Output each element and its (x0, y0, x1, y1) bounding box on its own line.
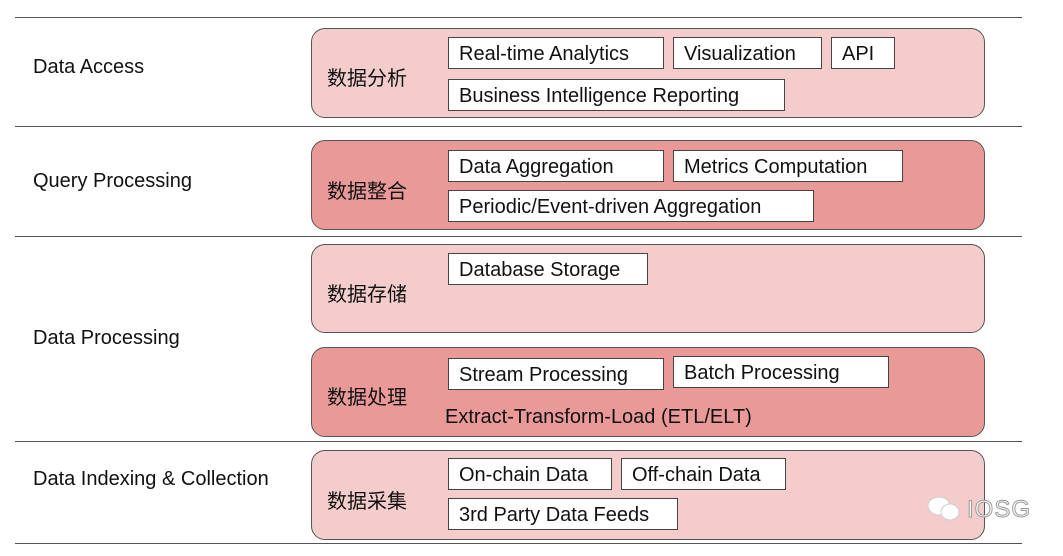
layer-label-data-indexing: Data Indexing & Collection (33, 468, 269, 490)
module-title: 数据存储 (327, 282, 407, 306)
wechat-icon (927, 496, 960, 521)
item-chip: Database Storage (448, 253, 648, 285)
item-chip: Data Aggregation (448, 150, 664, 182)
watermark: IOSG (966, 496, 1032, 524)
layer-label-data-processing: Data Processing (33, 327, 180, 349)
item-chip: Real-time Analytics (448, 37, 664, 69)
layer-label-data-access: Data Access (33, 56, 145, 78)
divider (15, 441, 1022, 442)
item-chip: Periodic/Event-driven Aggregation (448, 190, 814, 222)
module-title: 数据处理 (327, 385, 407, 409)
etl-note: Extract-Transform-Load (ETL/ELT) (445, 406, 752, 428)
module-title: 数据整合 (327, 179, 407, 203)
divider (15, 126, 1022, 127)
module-title: 数据采集 (327, 489, 407, 513)
item-chip: 3rd Party Data Feeds (448, 498, 678, 530)
divider (15, 543, 1022, 544)
layer-label-query-processing: Query Processing (33, 170, 192, 192)
item-chip: Metrics Computation (673, 150, 903, 182)
divider (15, 236, 1022, 237)
item-chip: Batch Processing (673, 356, 889, 388)
item-chip: API (831, 37, 895, 69)
item-chip: Stream Processing (448, 358, 664, 390)
module-title: 数据分析 (327, 66, 407, 90)
item-chip: On-chain Data (448, 458, 612, 490)
item-chip: Visualization (673, 37, 822, 69)
item-chip: Off-chain Data (621, 458, 786, 490)
module-data-storage (311, 244, 985, 333)
item-chip: Business Intelligence Reporting (448, 79, 785, 111)
divider (15, 17, 1022, 18)
